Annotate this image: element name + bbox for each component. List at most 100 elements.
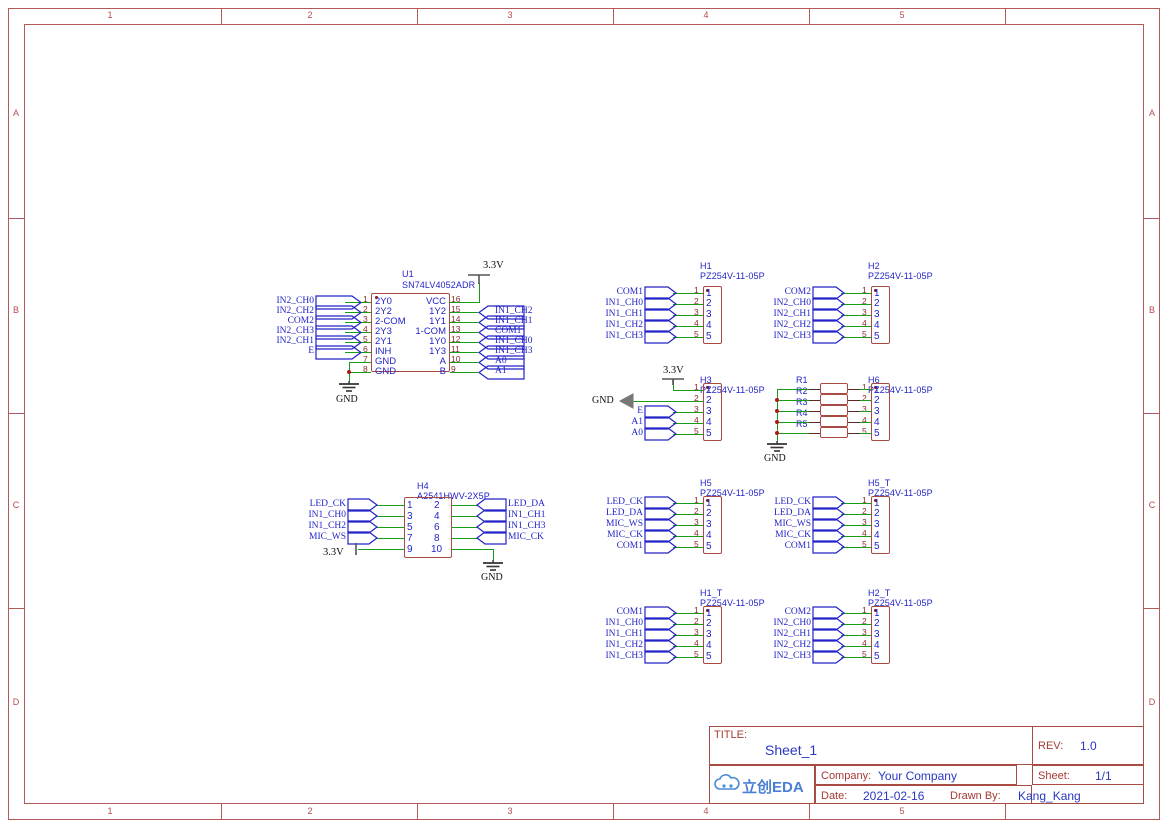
- h4-wire-6: [452, 527, 478, 529]
- zone-left-a: A: [12, 108, 19, 118]
- h1-net-com1: COM1: [616, 287, 643, 297]
- h2-pin-4: 4: [874, 320, 880, 331]
- frame-tick-top: [809, 8, 811, 24]
- h2t-net-in2-ch0: IN2_CH0: [773, 618, 811, 628]
- zone-top-4: 4: [703, 10, 709, 20]
- h1-part-number: PZ254V-11-05P: [700, 271, 765, 281]
- h6-pinnum-3: 3: [862, 404, 867, 414]
- h6-junction-4: [775, 420, 779, 424]
- resistor-r3-body: [820, 405, 848, 416]
- h4-net-mic-ws: MIC_WS: [309, 532, 346, 542]
- h4-wire-5: [376, 527, 404, 529]
- h1-net-in1-ch3: IN1_CH3: [605, 331, 643, 341]
- h1-pin-2: 2: [706, 298, 712, 309]
- h1-wire-4: [673, 326, 703, 328]
- h4-wire-1: [376, 505, 404, 507]
- u1-wire-pin12: [450, 342, 478, 344]
- h6-wire-4: [860, 422, 871, 424]
- h5t-pin-5: 5: [874, 541, 880, 552]
- zone-right-a: A: [1148, 108, 1155, 118]
- u1-net-in1-ch2: IN1_CH2: [495, 306, 533, 316]
- h5-refdes: H5: [700, 478, 712, 488]
- schematic-sheet: 1 2 3 4 5 1 2 3 4 5 A B C D A B C D U1 S…: [0, 0, 1169, 828]
- u1-wire-pin16: [450, 302, 480, 304]
- h2-pin-5: 5: [874, 331, 880, 342]
- company-value: Your Company: [878, 769, 957, 783]
- h4-wire-9: [358, 549, 404, 551]
- h4-wire-4: [452, 516, 478, 518]
- title-value: Sheet_1: [765, 742, 818, 758]
- h5t-wire-1: [841, 503, 871, 505]
- netflag-h5t-com1: [812, 540, 845, 554]
- u1-vcc-riser: [479, 283, 481, 303]
- h4-pin-10: 10: [431, 544, 443, 555]
- h4-pin-2: 2: [434, 500, 440, 511]
- h1t-wire-5: [673, 657, 703, 659]
- h1-pin-3: 3: [706, 309, 712, 320]
- h4-pin-1: 1: [407, 500, 413, 511]
- h4-pin-3: 3: [407, 511, 413, 522]
- h2t-net-in2-ch2: IN2_CH2: [773, 640, 811, 650]
- frame-tick-bottom: [417, 804, 419, 820]
- h6-pinnum-4: 4: [862, 415, 867, 425]
- h5-pin-5: 5: [706, 541, 712, 552]
- r1-lead-left: [808, 389, 820, 391]
- frame-tick-bottom: [1005, 804, 1007, 820]
- h5t-wire-3: [841, 525, 871, 527]
- u1-net-in2-ch3: IN2_CH3: [276, 326, 314, 336]
- h2t-wire-3: [841, 635, 871, 637]
- frame-inner-border: [24, 24, 1144, 804]
- h3-wire-4: [673, 423, 703, 425]
- drawn-by-value: Kang_Kang: [1018, 789, 1081, 803]
- h6-wire-1: [860, 389, 871, 391]
- company-label: Company:: [821, 770, 872, 782]
- h4-wire-10: [452, 549, 494, 551]
- h5t-wire-5: [841, 547, 871, 549]
- h6-gnd-label: GND: [764, 453, 786, 464]
- u1-wire-pin14: [450, 322, 478, 324]
- h5t-pin-2: 2: [874, 508, 880, 519]
- u1-net-in2-ch2: IN2_CH2: [276, 306, 314, 316]
- r3-gnd-wire: [777, 411, 809, 413]
- h5t-wire-4: [841, 536, 871, 538]
- h3-pin-4: 4: [706, 417, 712, 428]
- h3-wire-2: [631, 401, 703, 403]
- zone-bottom-1: 1: [107, 806, 113, 816]
- h2-pin-2: 2: [874, 298, 880, 309]
- sheet-value: 1/1: [1095, 769, 1112, 783]
- h6-junction-2: [775, 398, 779, 402]
- zone-bottom-5: 5: [899, 806, 905, 816]
- frame-tick-top: [613, 8, 615, 24]
- r2-gnd-wire: [777, 400, 809, 402]
- h3-net-a1: A1: [631, 417, 643, 427]
- h2-part-number: PZ254V-11-05P: [868, 271, 933, 281]
- h4-net-in1-ch0: IN1_CH0: [308, 510, 346, 520]
- netflag-h2t-in2-ch3: [812, 650, 845, 664]
- h1-wire-5: [673, 337, 703, 339]
- h5-wire-3: [673, 525, 703, 527]
- h5t-pin-4: 4: [874, 530, 880, 541]
- h4-pin-4: 4: [434, 511, 440, 522]
- zone-top-2: 2: [307, 10, 313, 20]
- u1-wire-pin8: [349, 372, 371, 374]
- h1-net-in1-ch2: IN1_CH2: [605, 320, 643, 330]
- h5-pin-2: 2: [706, 508, 712, 519]
- frame-tick-bottom: [221, 804, 223, 820]
- frame-tick-right: [1144, 608, 1160, 610]
- resistor-r5-body: [820, 427, 848, 438]
- h2t-wire-1: [841, 613, 871, 615]
- h2t-net-in2-ch1: IN2_CH1: [773, 629, 811, 639]
- rev-label: REV:: [1038, 740, 1064, 752]
- u1-pinname-GND8: GND: [375, 366, 397, 377]
- r3-lead-left: [808, 411, 820, 413]
- resistor-r4-label: R4: [796, 408, 808, 418]
- h5t-net-led-da: LED_DA: [774, 508, 811, 518]
- h2t-pin-4: 4: [874, 640, 880, 651]
- h2t-wire-5: [841, 657, 871, 659]
- r4-gnd-wire: [777, 422, 809, 424]
- h5-wire-5: [673, 547, 703, 549]
- date-label: Date:: [821, 790, 848, 802]
- h2-net-in2-ch0: IN2_CH0: [773, 298, 811, 308]
- resistor-r4-body: [820, 416, 848, 427]
- h5-pin-4: 4: [706, 530, 712, 541]
